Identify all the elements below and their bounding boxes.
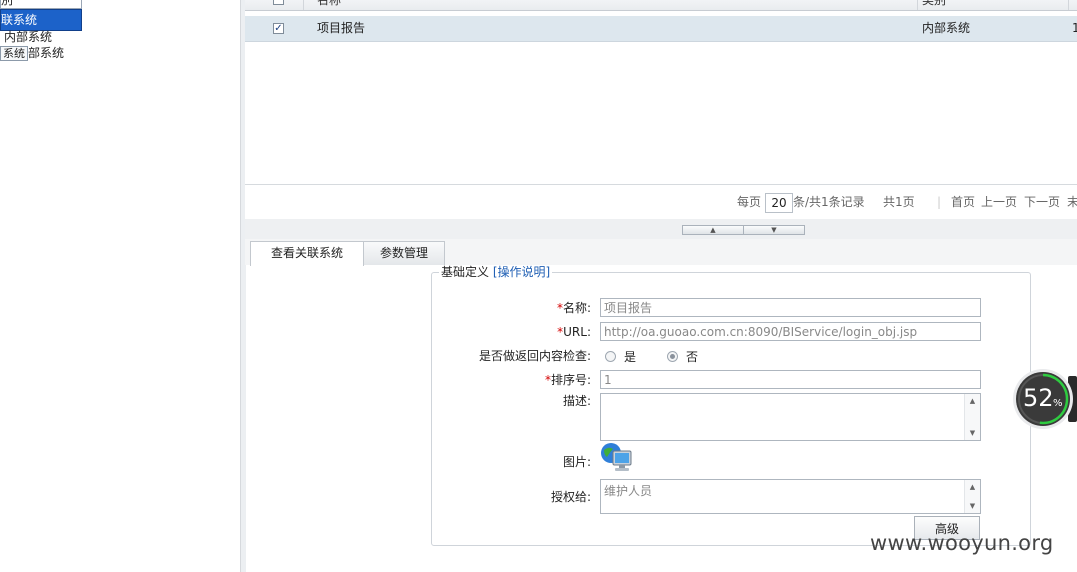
legend-title: 基础定义 (441, 265, 490, 279)
tree-node-internal-2[interactable]: 系统 部系统 (0, 46, 64, 61)
radio-yes[interactable] (605, 351, 616, 362)
scroll-up-arrow[interactable]: ▲ (965, 483, 980, 491)
record-summary: 条/共1条记录 (793, 195, 865, 209)
pager-separator: | (937, 195, 942, 209)
page-size-input[interactable]: 20 (765, 193, 793, 213)
tab-related-systems[interactable]: 查看关联系统 (250, 241, 364, 266)
description-scrollbar[interactable]: ▲ ▼ (964, 394, 980, 440)
row-category: 内部系统 (922, 21, 971, 35)
description-textarea[interactable]: ▲ ▼ (600, 393, 981, 441)
name-input[interactable]: 项目报告 (600, 298, 981, 317)
radio-no-label: 否 (686, 350, 699, 364)
header-checkbox-cell (245, 0, 304, 10)
tree-node-partial[interactable]: 別 (0, 0, 82, 9)
radio-yes-label: 是 (624, 350, 637, 364)
row-name: 项目报告 (317, 21, 366, 35)
table-row[interactable]: ✓ 项目报告 内部系统 1 (245, 16, 1077, 42)
scroll-down-arrow[interactable]: ▼ (965, 429, 980, 437)
content-check-label: 是否做返回内容检查: (478, 349, 591, 363)
tab-parameters[interactable]: 参数管理 (363, 241, 445, 265)
column-header-name[interactable]: 名称 (304, 0, 918, 10)
per-page-label: 每页 (737, 195, 762, 209)
percent-value: 52 (1023, 384, 1054, 412)
row-checkbox[interactable]: ✓ (273, 23, 284, 34)
order-label: *排序号: (544, 373, 591, 387)
name-label: *名称: (556, 301, 591, 315)
tree-node-internal[interactable]: 内部系统 (4, 30, 52, 44)
collapse-down-button[interactable]: ▼ (743, 225, 805, 235)
scroll-down-arrow[interactable]: ▼ (965, 502, 980, 510)
tree-node-label: 部系统 (28, 46, 65, 60)
order-input[interactable]: 1 (600, 370, 981, 389)
speed-widget[interactable]: 52 % (1013, 368, 1077, 430)
fieldset-legend: 基础定义 [操作说明] (439, 265, 553, 279)
percent-unit: % (1053, 398, 1063, 409)
authorize-textarea[interactable]: 维护人员 ▲ ▼ (600, 479, 981, 514)
radio-no[interactable] (667, 351, 678, 362)
column-header-category[interactable]: 类别 (919, 0, 1069, 10)
scroll-up-arrow[interactable]: ▲ (965, 397, 980, 405)
panel-splitter: ▲ ▼ (245, 219, 1077, 239)
description-label: 描述: (562, 394, 591, 408)
next-page-link[interactable]: 下一页 (1024, 185, 1060, 219)
first-page-link[interactable]: 首页 (951, 185, 975, 219)
tree-tooltip: 系统 (0, 46, 28, 61)
collapse-up-button[interactable]: ▲ (682, 225, 744, 235)
authorize-label: 授权给: (550, 490, 591, 504)
url-label: *URL: (557, 325, 591, 339)
network-computer-icon[interactable] (600, 442, 634, 474)
row-extra: 1 (1072, 21, 1077, 35)
total-pages: 共1页 (883, 195, 915, 209)
system-tree: 別 联系统 内部系统 系统 部系统 (0, 0, 240, 572)
last-page-link[interactable]: 末 (1067, 185, 1077, 219)
watermark: www.wooyun.org (870, 531, 1054, 555)
system-grid: 名称 类别 ✓ 项目报告 内部系统 1 每页 20 条/共1条记录 共1页 | … (245, 0, 1077, 219)
tree-node-selected[interactable]: 联系统 (0, 9, 82, 31)
prev-page-link[interactable]: 上一页 (981, 185, 1017, 219)
url-input[interactable]: http://oa.guoao.com.cn:8090/BIService/lo… (600, 322, 981, 341)
authorize-value: 维护人员 (604, 484, 653, 498)
pagination-bar: 每页 20 条/共1条记录 共1页 | 首页 上一页 下一页 末 (245, 184, 1077, 219)
help-link[interactable]: [操作说明] (493, 265, 550, 279)
tab-bar: 查看关联系统 参数管理 (245, 239, 1077, 266)
grid-header: 名称 类别 (245, 0, 1077, 11)
authorize-scrollbar[interactable]: ▲ ▼ (964, 480, 980, 513)
image-label: 图片: (562, 455, 591, 469)
